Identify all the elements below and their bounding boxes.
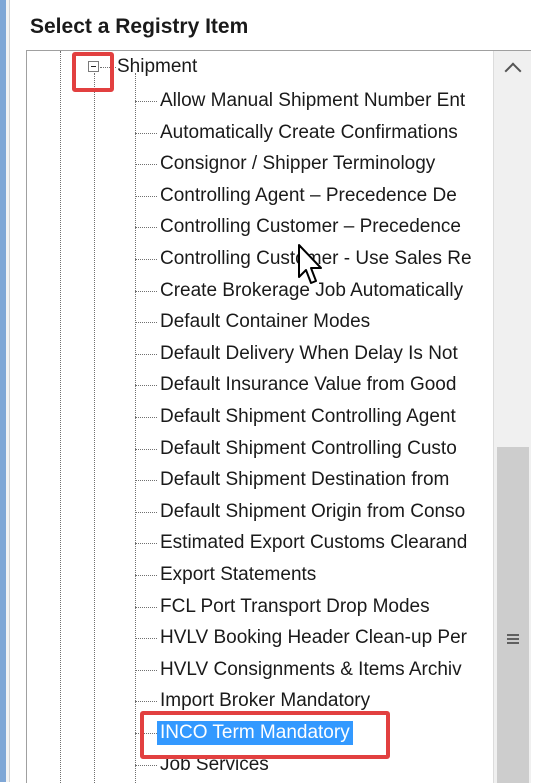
tree-item[interactable]: Estimated Export Customs Clearand xyxy=(131,530,493,556)
tree-item-label: Default Shipment Destination from xyxy=(160,469,450,491)
tree-item-label: Default Insurance Value from Good xyxy=(160,374,457,396)
tree-item[interactable]: Default Delivery When Delay Is Not xyxy=(131,341,493,367)
tree-connector xyxy=(135,575,157,576)
tree-item[interactable]: Export Statements xyxy=(131,562,493,588)
tree-item-label: Default Delivery When Delay Is Not xyxy=(160,342,458,364)
tree-item-label: HVLV Booking Header Clean-up Per xyxy=(160,627,467,649)
tree-item-label: Automatically Create Confirmations xyxy=(160,121,458,143)
tree-content: Shipment Allow Manual Shipment Number En… xyxy=(27,51,493,783)
annotation-highlight-expander xyxy=(72,52,114,92)
registry-panel: Select a Registry Item Shipment Allow Ma… xyxy=(0,0,535,783)
tree-item-label: Default Container Modes xyxy=(160,311,371,333)
tree-item[interactable]: Default Container Modes xyxy=(131,309,493,335)
tree-connector xyxy=(135,353,157,355)
tree-item[interactable]: HVLV Consignments & Items Archiv xyxy=(131,657,493,683)
tree-connector xyxy=(135,101,157,102)
tree-item[interactable]: Default Shipment Destination from xyxy=(131,467,493,493)
tree-item[interactable]: HVLV Booking Header Clean-up Per xyxy=(131,625,493,651)
tree-connector xyxy=(135,764,157,766)
tree-item-label: Default Shipment Controlling Custo xyxy=(160,437,457,459)
tree-item[interactable]: Controlling Customer – Precedence xyxy=(131,214,493,240)
scroll-thumb[interactable] xyxy=(497,447,529,783)
tree-item-label: Allow Manual Shipment Number Ent xyxy=(160,90,466,111)
chevron-up-icon[interactable] xyxy=(494,51,531,91)
grip-lines-icon xyxy=(507,634,519,644)
tree-connector xyxy=(135,132,157,134)
tree-item-label: Default Shipment Controlling Agent xyxy=(160,406,456,427)
tree-item-label: Controlling Agent – Precedence De xyxy=(160,184,457,206)
tree-connector xyxy=(135,259,157,260)
tree-node-shipment[interactable]: Shipment xyxy=(117,55,197,79)
tree-item[interactable]: Controlling Agent – Precedence De xyxy=(131,183,493,209)
tree-connector xyxy=(135,480,157,482)
tree-item-label: Controlling Customer – Precedence xyxy=(160,216,461,238)
tree-connector xyxy=(135,638,157,640)
tree-item-label: Consignor / Shipper Terminology xyxy=(160,153,436,175)
mouse-pointer-icon xyxy=(298,244,322,284)
tree-item-label: Default Shipment Origin from Conso xyxy=(160,500,466,522)
tree-item[interactable]: Consignor / Shipper Terminology xyxy=(131,151,493,177)
tree-connector xyxy=(135,511,157,513)
registry-tree[interactable]: Shipment Allow Manual Shipment Number En… xyxy=(26,50,531,783)
tree-item-label: FCL Port Transport Drop Modes xyxy=(160,595,430,617)
tree-guide-line xyxy=(94,73,95,783)
panel-title: Select a Registry Item xyxy=(30,15,249,38)
tree-item[interactable]: Default Shipment Controlling Custo xyxy=(131,436,493,462)
tree-item-label: Export Statements xyxy=(160,564,317,585)
tree-item-label: HVLV Consignments & Items Archiv xyxy=(160,658,462,680)
tree-connector xyxy=(135,448,157,450)
tree-item[interactable]: Default Shipment Controlling Agent xyxy=(131,404,493,430)
tree-guide-line xyxy=(60,51,61,783)
tree-item-label: Import Broker Mandatory xyxy=(160,690,371,712)
tree-item[interactable]: Default Shipment Origin from Conso xyxy=(131,499,493,525)
tree-item[interactable]: Automatically Create Confirmations xyxy=(131,120,493,146)
vertical-scrollbar[interactable] xyxy=(493,51,531,783)
tree-item[interactable]: Allow Manual Shipment Number Ent xyxy=(131,88,493,114)
tree-connector xyxy=(135,417,157,418)
tree-item[interactable]: Default Insurance Value from Good xyxy=(131,372,493,398)
tree-item-label: Estimated Export Customs Clearand xyxy=(160,532,468,554)
tree-connector xyxy=(135,543,157,545)
panel-left-edge xyxy=(6,0,10,782)
tree-connector xyxy=(135,290,157,292)
tree-connector xyxy=(135,701,157,703)
tree-connector xyxy=(135,669,157,671)
tree-connector xyxy=(135,322,157,324)
tree-item[interactable]: FCL Port Transport Drop Modes xyxy=(131,594,493,620)
annotation-highlight-selected-item xyxy=(140,711,390,759)
tree-connector xyxy=(135,227,157,229)
tree-connector xyxy=(135,385,157,387)
tree-connector xyxy=(135,606,157,608)
tree-connector xyxy=(135,195,157,197)
tree-connector xyxy=(135,164,157,166)
